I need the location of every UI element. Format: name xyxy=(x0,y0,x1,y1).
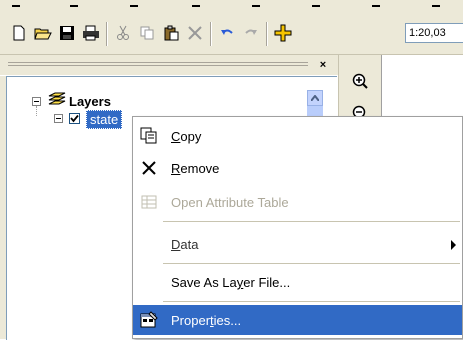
redo-button[interactable] xyxy=(240,22,262,44)
delete-x-icon xyxy=(188,26,202,40)
menu-separator xyxy=(163,263,460,264)
menu-item-label: Open Attribute Table xyxy=(171,195,289,210)
state-layer-label[interactable]: state xyxy=(86,110,123,129)
undo-button[interactable] xyxy=(216,22,238,44)
copy-icon xyxy=(139,127,159,145)
menu-item-label: Copy xyxy=(171,129,202,144)
copy-button[interactable] xyxy=(136,22,158,44)
strip-mark xyxy=(130,5,138,7)
strip-mark xyxy=(192,5,200,7)
layers-collapse-toggle[interactable] xyxy=(32,97,41,106)
chevron-up-icon xyxy=(311,95,319,101)
menu-item-open-attribute-table[interactable]: Open Attribute Table xyxy=(133,187,462,217)
open-folder-icon xyxy=(34,28,52,40)
layer-context-menu: Copy Remove Open Attribute Table Data Sa… xyxy=(132,116,463,339)
save-icon xyxy=(60,26,74,40)
print-button[interactable] xyxy=(80,22,102,44)
map-scale-input[interactable]: 1:20,03 xyxy=(405,23,463,43)
toc-grip[interactable] xyxy=(8,65,308,66)
clipboard-icon xyxy=(164,25,179,41)
open-button[interactable] xyxy=(32,22,54,44)
table-icon xyxy=(139,193,159,211)
new-document-icon xyxy=(13,25,25,41)
save-button[interactable] xyxy=(56,22,78,44)
state-layer-collapse-toggle[interactable] xyxy=(54,114,63,123)
submenu-arrow-icon xyxy=(451,240,456,250)
standard-toolbar: 1:20,03 xyxy=(0,14,463,55)
toc-close-button[interactable]: × xyxy=(316,59,330,71)
strip-mark xyxy=(70,5,78,7)
strip-mark xyxy=(312,5,320,7)
undo-icon xyxy=(221,29,233,35)
menu-item-label: Data xyxy=(171,237,199,252)
menu-item-label: Save As Layer File... xyxy=(171,275,291,290)
copy-icon xyxy=(140,26,154,40)
layers-icon xyxy=(48,92,66,105)
menu-separator xyxy=(163,221,460,222)
menu-item-label: Remove xyxy=(171,161,220,176)
toc-grip[interactable] xyxy=(8,62,308,63)
new-document-button[interactable] xyxy=(8,22,30,44)
toolbar-separator xyxy=(106,22,108,46)
zoom-in-button[interactable] xyxy=(350,71,370,91)
add-data-plus-icon xyxy=(274,24,292,42)
menu-item-copy[interactable]: Copy xyxy=(133,121,462,151)
menu-item-data[interactable]: Data xyxy=(133,229,462,259)
remove-icon xyxy=(139,159,159,177)
strip-mark xyxy=(252,5,260,7)
title-strip xyxy=(0,0,463,14)
add-data-button[interactable] xyxy=(272,22,294,44)
checkmark-icon xyxy=(70,114,79,123)
layers-root-label[interactable]: Layers xyxy=(69,94,111,109)
tree-connector xyxy=(36,106,37,116)
toolbar-separator xyxy=(210,22,212,46)
paste-button[interactable] xyxy=(160,22,182,44)
menu-item-save-as-layer-file[interactable]: Save As Layer File... xyxy=(133,267,462,297)
strip-mark xyxy=(12,5,20,7)
menu-item-remove[interactable]: Remove xyxy=(133,153,462,183)
strip-mark xyxy=(432,5,440,7)
menu-separator xyxy=(163,301,460,302)
cut-button[interactable] xyxy=(112,22,134,44)
scissors-icon xyxy=(117,25,129,40)
zoom-in-icon xyxy=(352,73,368,89)
printer-icon xyxy=(83,25,99,41)
redo-icon xyxy=(245,29,257,35)
delete-button[interactable] xyxy=(184,22,206,44)
strip-mark xyxy=(372,5,380,7)
menu-item-label: Properties... xyxy=(171,313,242,328)
toc-scroll-up-button[interactable] xyxy=(307,90,323,106)
toc-title-bar: × xyxy=(0,55,340,75)
toolbar-separator xyxy=(266,22,268,46)
state-layer-visibility-checkbox[interactable] xyxy=(69,113,80,124)
menu-item-properties[interactable]: Properties... xyxy=(133,305,462,335)
properties-icon xyxy=(139,311,159,329)
